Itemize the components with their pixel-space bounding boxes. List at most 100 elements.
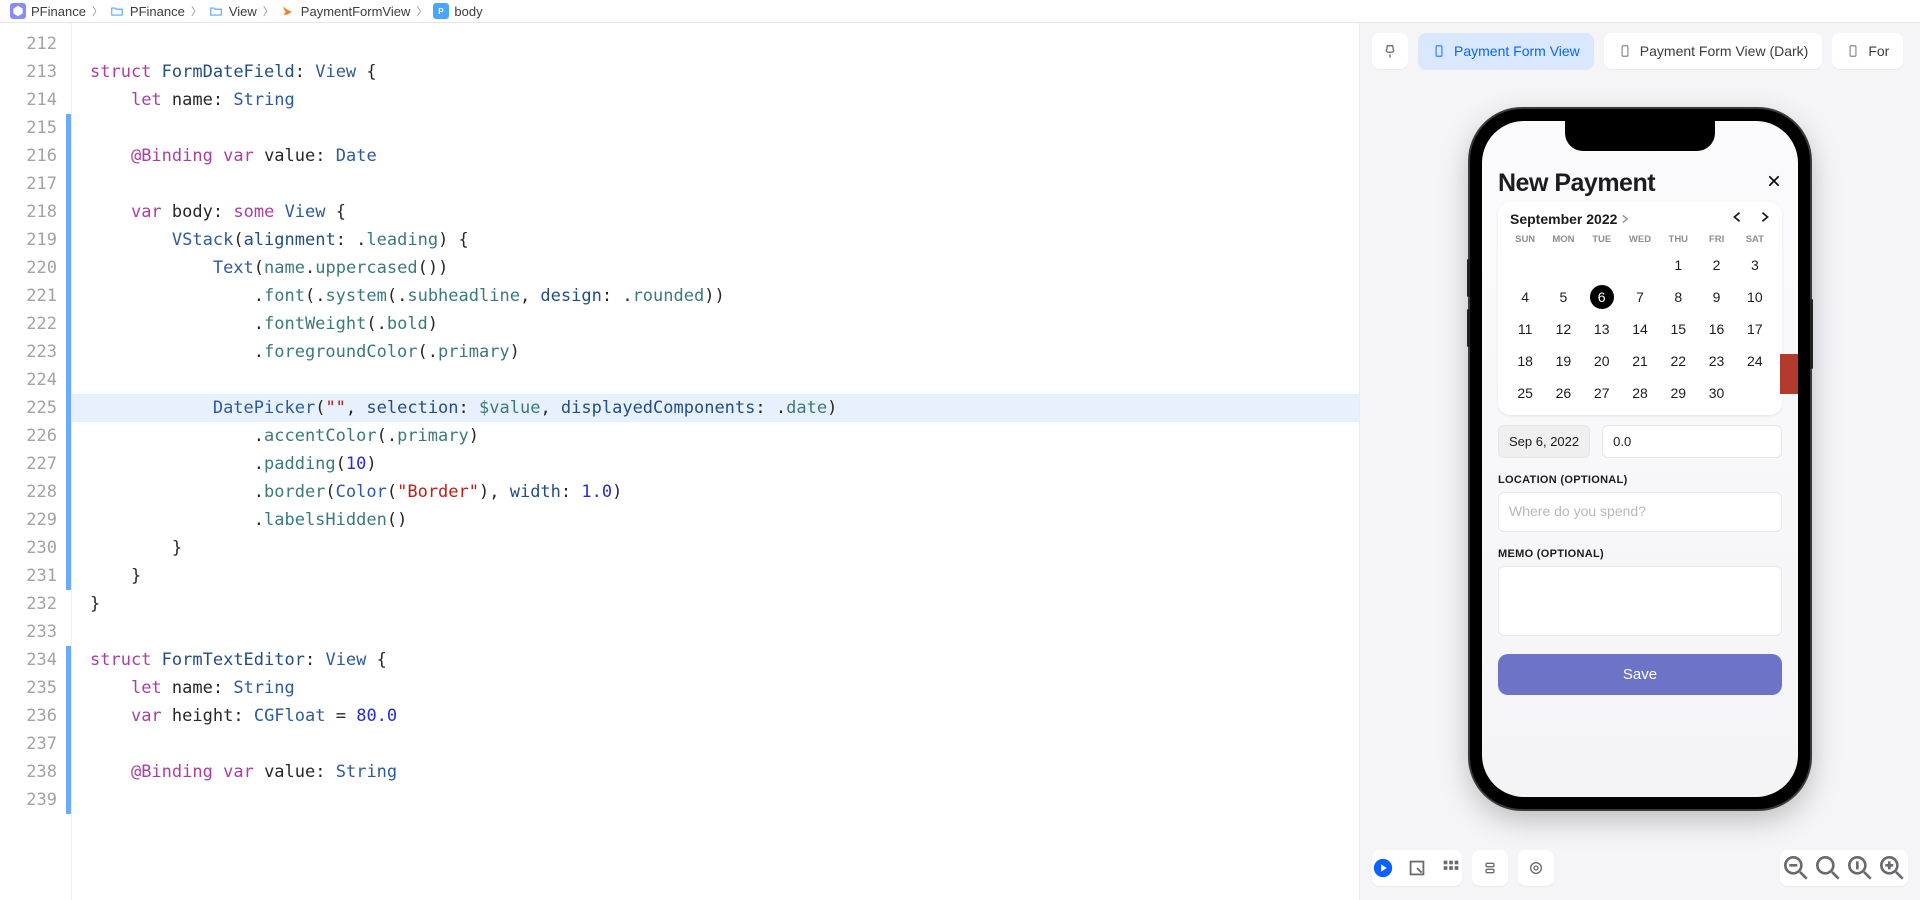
calendar-day[interactable]: 10	[1736, 283, 1774, 311]
line-number: 239	[0, 786, 71, 814]
code-line[interactable]: .fontWeight(.bold)	[72, 310, 1359, 338]
code-line[interactable]: .labelsHidden()	[72, 506, 1359, 534]
code-line[interactable]: var body: some View {	[72, 198, 1359, 226]
calendar-day[interactable]: 21	[1621, 347, 1659, 375]
breadcrumb-item[interactable]: PFinance	[109, 3, 185, 19]
code-line[interactable]: .foregroundColor(.primary)	[72, 338, 1359, 366]
calendar-day[interactable]: 6	[1583, 283, 1621, 311]
breadcrumb-item[interactable]: PaymentFormView	[280, 3, 411, 19]
calendar-day[interactable]: 13	[1583, 315, 1621, 343]
code-line[interactable]: struct FormTextEditor: View {	[72, 646, 1359, 674]
calendar-day[interactable]: 14	[1621, 315, 1659, 343]
code-line[interactable]: let name: String	[72, 86, 1359, 114]
breadcrumb-label: PFinance	[31, 4, 86, 19]
code-line[interactable]: Text(name.uppercased())	[72, 254, 1359, 282]
calendar-day[interactable]: 12	[1544, 315, 1582, 343]
device-icon	[1618, 43, 1632, 59]
location-input[interactable]: Where do you spend?	[1498, 492, 1782, 532]
code-line[interactable]: @Binding var value: String	[72, 758, 1359, 786]
zoom-fit-button[interactable]	[1812, 850, 1844, 886]
variants-icon	[1440, 857, 1462, 879]
device-settings-button[interactable]	[1472, 850, 1508, 886]
memo-input[interactable]	[1498, 566, 1782, 636]
sliders-icon	[1482, 860, 1498, 876]
zoom-controls[interactable]	[1780, 850, 1908, 886]
calendar-day[interactable]: 15	[1659, 315, 1697, 343]
code-line[interactable]: let name: String	[72, 674, 1359, 702]
play-icon	[1372, 857, 1394, 879]
code-line[interactable]	[72, 170, 1359, 198]
code-line[interactable]	[72, 366, 1359, 394]
device-preview[interactable]: New Payment September 2022	[1470, 109, 1810, 809]
calendar-day[interactable]: 30	[1697, 379, 1735, 407]
code-line[interactable]: }	[72, 590, 1359, 618]
amount-field-value[interactable]: 0.0	[1602, 425, 1782, 458]
code-line[interactable]: .padding(10)	[72, 450, 1359, 478]
code-line[interactable]: .border(Color("Border"), width: 1.0)	[72, 478, 1359, 506]
calendar-day[interactable]: 27	[1583, 379, 1621, 407]
breadcrumb-item[interactable]: Pbody	[433, 3, 482, 19]
folder-icon	[109, 3, 125, 19]
code-editor[interactable]: 2122132142152162172182192202212222232242…	[0, 23, 1360, 900]
calendar-day[interactable]: 29	[1659, 379, 1697, 407]
code-line[interactable]	[72, 114, 1359, 142]
code-line[interactable]: struct FormDateField: View {	[72, 58, 1359, 86]
calendar-day[interactable]: 11	[1506, 315, 1544, 343]
code-line[interactable]	[72, 30, 1359, 58]
calendar-day[interactable]: 25	[1506, 379, 1544, 407]
date-picker-calendar[interactable]: September 2022 SUNMONTUEWEDTHUFRISAT1234…	[1498, 202, 1782, 415]
preview-tab[interactable]: Payment Form View (Dark)	[1604, 33, 1823, 69]
zoom-in-button[interactable]	[1876, 850, 1908, 886]
pin-button[interactable]	[1372, 33, 1408, 69]
calendar-day[interactable]: 3	[1736, 251, 1774, 279]
code-line[interactable]	[72, 786, 1359, 814]
code-line[interactable]: VStack(alignment: .leading) {	[72, 226, 1359, 254]
calendar-day[interactable]: 2	[1697, 251, 1735, 279]
preview-tab[interactable]: For	[1832, 33, 1903, 69]
zoom-out-button[interactable]	[1780, 850, 1812, 886]
calendar-day[interactable]: 28	[1621, 379, 1659, 407]
calendar-dow: THU	[1659, 232, 1697, 247]
code-line[interactable]: .accentColor(.primary)	[72, 422, 1359, 450]
code-line[interactable]: }	[72, 562, 1359, 590]
breadcrumb[interactable]: PFinance〉PFinance〉View〉PaymentFormView〉P…	[0, 0, 1920, 23]
calendar-day[interactable]: 24	[1736, 347, 1774, 375]
code-line[interactable]: @Binding var value: Date	[72, 142, 1359, 170]
breadcrumb-label: body	[454, 4, 482, 19]
code-line[interactable]: DatePicker("", selection: $value, displa…	[72, 394, 1359, 422]
calendar-prev-button[interactable]	[1732, 210, 1742, 228]
line-number: 216	[0, 142, 71, 170]
calendar-day[interactable]: 5	[1544, 283, 1582, 311]
calendar-day[interactable]: 16	[1697, 315, 1735, 343]
canvas-live-controls[interactable]	[1372, 850, 1462, 886]
calendar-day	[1506, 251, 1544, 279]
breadcrumb-item[interactable]: View	[208, 3, 257, 19]
breadcrumb-item[interactable]: PFinance	[10, 3, 86, 19]
calendar-day[interactable]: 26	[1544, 379, 1582, 407]
code-line[interactable]: .font(.system(.subheadline, design: .rou…	[72, 282, 1359, 310]
breadcrumb-label: View	[229, 4, 257, 19]
calendar-day[interactable]: 22	[1659, 347, 1697, 375]
code-line[interactable]: }	[72, 534, 1359, 562]
calendar-day[interactable]: 1	[1659, 251, 1697, 279]
calendar-day[interactable]: 17	[1736, 315, 1774, 343]
calendar-day[interactable]: 20	[1583, 347, 1621, 375]
calendar-month-button[interactable]: September 2022	[1510, 211, 1629, 227]
zoom-actual-button[interactable]	[1844, 850, 1876, 886]
calendar-next-button[interactable]	[1760, 210, 1770, 228]
calendar-day[interactable]: 23	[1697, 347, 1735, 375]
calendar-day[interactable]: 19	[1544, 347, 1582, 375]
preview-tab[interactable]: Payment Form View	[1418, 33, 1594, 69]
preview-on-device-button[interactable]	[1518, 850, 1554, 886]
close-icon[interactable]	[1766, 173, 1782, 194]
date-field-value[interactable]: Sep 6, 2022	[1498, 425, 1590, 458]
calendar-day[interactable]: 8	[1659, 283, 1697, 311]
code-line[interactable]: var height: CGFloat = 80.0	[72, 702, 1359, 730]
calendar-day[interactable]: 9	[1697, 283, 1735, 311]
save-button[interactable]: Save	[1498, 654, 1782, 695]
code-line[interactable]	[72, 730, 1359, 758]
calendar-day[interactable]: 18	[1506, 347, 1544, 375]
calendar-day[interactable]: 7	[1621, 283, 1659, 311]
code-line[interactable]	[72, 618, 1359, 646]
calendar-day[interactable]: 4	[1506, 283, 1544, 311]
